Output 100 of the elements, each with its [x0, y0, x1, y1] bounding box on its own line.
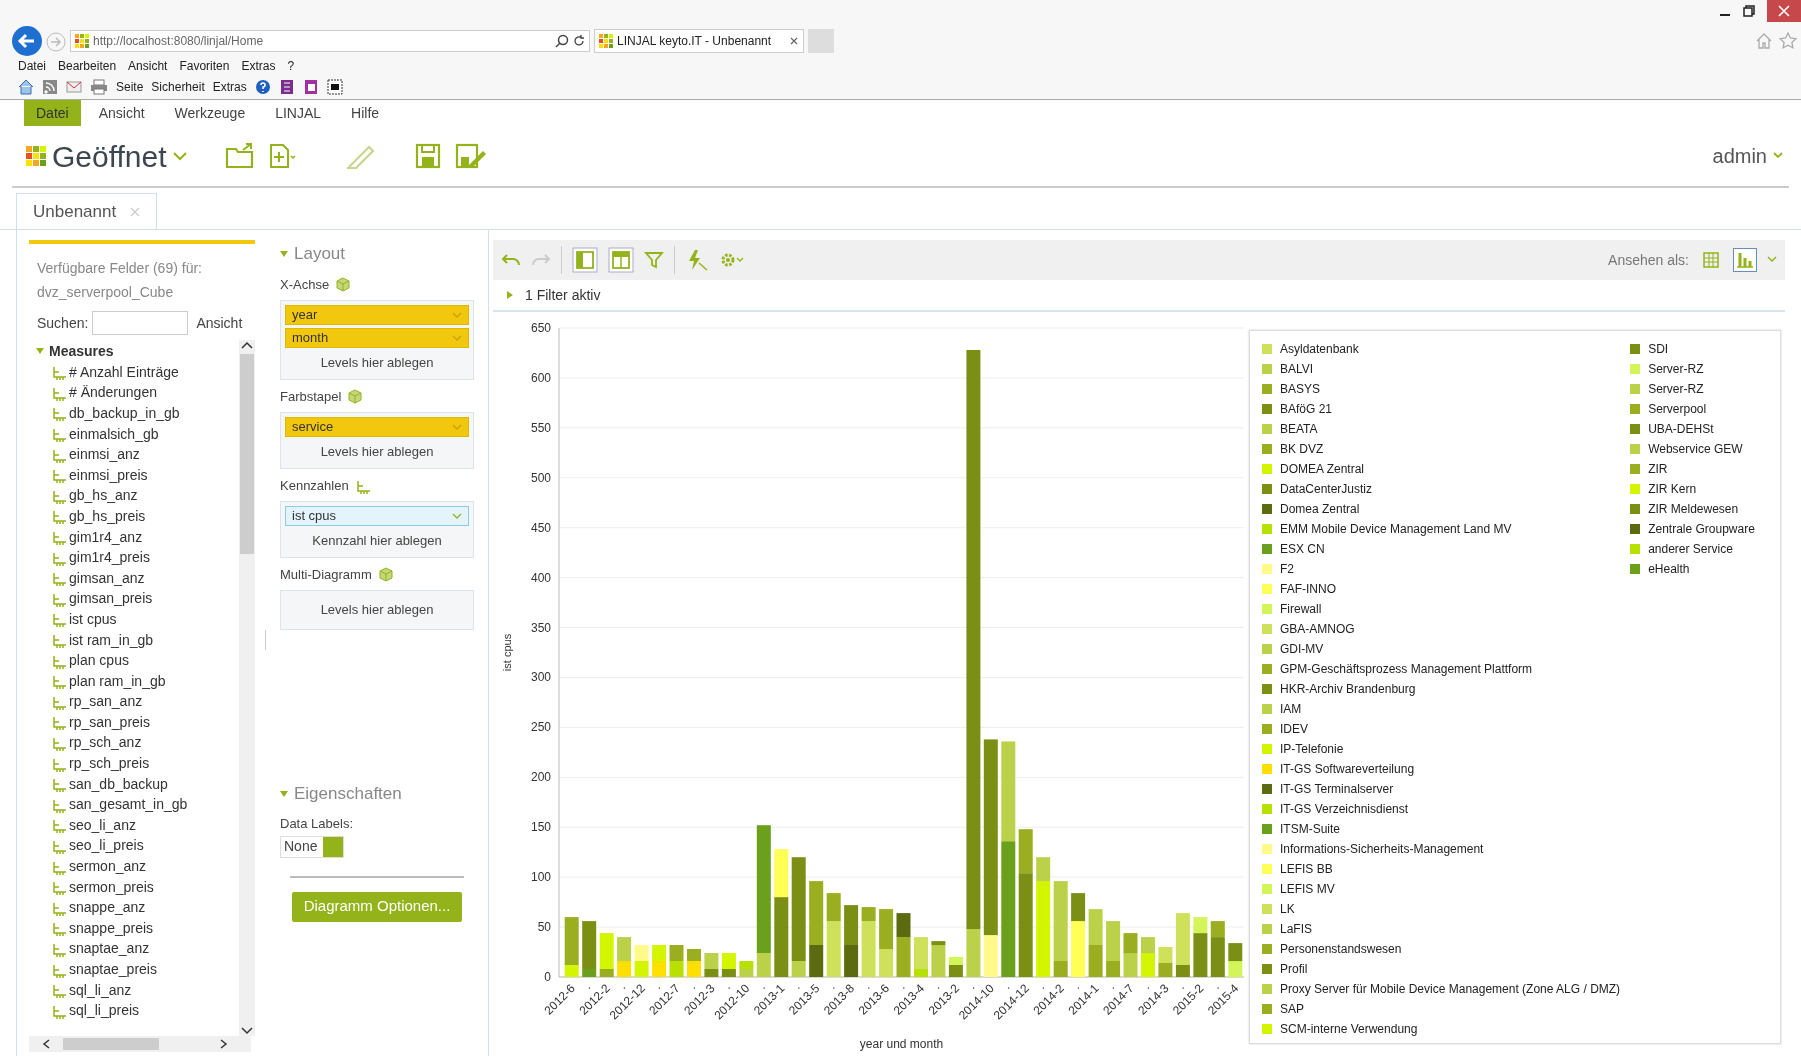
search-field[interactable]	[92, 311, 189, 335]
back-button[interactable]	[12, 26, 42, 56]
filter-status[interactable]: 1 Filter aktiv	[525, 284, 601, 306]
toolbar-menu[interactable]: Seite	[116, 78, 144, 96]
tree-item[interactable]: # Änderungen	[69, 382, 157, 404]
tree-item[interactable]: ist cpus	[69, 608, 117, 630]
save-edit-icon[interactable]	[454, 143, 487, 169]
tree-item[interactable]: sql_li_preis	[69, 1000, 140, 1022]
field-chip[interactable]: ist cpus	[285, 506, 469, 526]
drop-zone[interactable]: Levels hier ablegen	[280, 590, 474, 630]
menu-item[interactable]: ?	[287, 57, 295, 75]
menu-tab[interactable]: Hilfe	[339, 100, 392, 126]
data-labels-toggle[interactable]: None	[280, 835, 344, 858]
tree-item[interactable]: snaptae_preis	[69, 959, 157, 980]
browser-tab[interactable]: LINJAL keyto.IT - Unbenannt	[594, 29, 804, 53]
tree-item[interactable]: einmsi_anz	[69, 444, 140, 466]
menu-tab[interactable]: Datei	[24, 100, 81, 126]
caret-icon[interactable]	[35, 347, 45, 355]
tree-item[interactable]: einmalsich_gb	[69, 423, 159, 445]
table-layout-icon[interactable]	[608, 247, 634, 273]
tree-item[interactable]: snappe_preis	[69, 917, 154, 939]
chevron-down-icon[interactable]	[452, 424, 462, 430]
caret-icon[interactable]	[280, 791, 288, 797]
tree-item[interactable]: rp_sch_preis	[69, 753, 150, 775]
caret-icon[interactable]	[280, 251, 288, 257]
chevron-down-icon[interactable]	[1773, 152, 1783, 160]
menu-item[interactable]: Datei	[18, 57, 46, 75]
new-document-icon[interactable]	[268, 143, 297, 169]
chevron-down-icon[interactable]	[452, 513, 462, 519]
field-chip[interactable]: year	[285, 305, 469, 325]
mail-icon[interactable]	[66, 80, 82, 94]
tree-item[interactable]: ist ram_in_gb	[69, 629, 154, 651]
tree-item[interactable]: gb_hs_anz	[69, 485, 138, 507]
field-chip[interactable]: service	[285, 417, 469, 437]
close-button[interactable]	[1767, 0, 1801, 22]
horizontal-scrollbar[interactable]	[29, 1036, 251, 1052]
address-bar[interactable]: http://localhost:8080/linjal/Home	[70, 30, 590, 52]
field-chip[interactable]: month	[285, 328, 469, 348]
chevron-down-icon[interactable]	[1767, 256, 1777, 264]
drop-zone[interactable]: ist cpus Kennzahl hier ablegen	[280, 501, 474, 558]
clip-icon[interactable]	[326, 79, 343, 95]
star-icon[interactable]	[1779, 32, 1797, 50]
filter-icon[interactable]	[644, 250, 664, 270]
tree-item[interactable]: gim1r4_preis	[69, 547, 150, 569]
drop-zone[interactable]: year month Levels hier ablegen	[280, 300, 474, 380]
tree-item[interactable]: gb_hs_preis	[69, 505, 146, 527]
scroll-up-icon[interactable]	[241, 340, 253, 350]
folder-icon[interactable]	[224, 143, 255, 169]
menu-tab[interactable]: LINJAL	[263, 100, 334, 126]
vertical-scrollbar[interactable]	[239, 340, 255, 1036]
scroll-down-icon[interactable]	[241, 1026, 253, 1036]
tree-item[interactable]: rp_sch_anz	[69, 732, 142, 754]
document-tab[interactable]: Unbenannt	[16, 193, 158, 229]
drop-zone[interactable]: service Levels hier ablegen	[280, 412, 474, 469]
note-icon[interactable]	[302, 79, 319, 95]
tree-item[interactable]: snaptae_anz	[69, 938, 150, 960]
layout-panel-icon[interactable]	[572, 247, 598, 273]
tree-item[interactable]: snappe_anz	[69, 897, 146, 919]
tree-item[interactable]: san_db_backup	[69, 773, 168, 795]
pencil-icon[interactable]	[344, 143, 377, 169]
section-title[interactable]: Eigenschaften	[294, 781, 402, 807]
menu-item[interactable]: Bearbeiten	[58, 57, 117, 75]
tree-node[interactable]: Measures	[49, 340, 114, 362]
tree-item[interactable]: gimsan_anz	[69, 567, 145, 589]
tree-item[interactable]: gimsan_preis	[69, 588, 153, 610]
chevron-down-icon[interactable]	[452, 335, 462, 341]
tree-item[interactable]: db_backup_in_gb	[69, 403, 180, 424]
menu-tab[interactable]: Ansicht	[86, 100, 157, 126]
chevron-down-icon[interactable]	[172, 151, 187, 161]
tree-item[interactable]: rp_san_preis	[69, 711, 150, 733]
printer-icon[interactable]	[90, 79, 108, 95]
tree-item[interactable]: rp_san_anz	[69, 691, 143, 713]
menu-item[interactable]: Favoriten	[179, 57, 230, 75]
tree-item[interactable]: seo_li_preis	[69, 835, 144, 857]
tree-item[interactable]: seo_li_anz	[69, 814, 136, 836]
toolbar-menu[interactable]: Sicherheit	[151, 78, 205, 96]
note-icon[interactable]	[278, 79, 295, 95]
chart-view-button[interactable]	[1733, 248, 1757, 272]
help-icon[interactable]	[254, 79, 271, 95]
tree-item[interactable]: sql_li_anz	[69, 979, 132, 1001]
caret-icon[interactable]	[507, 291, 513, 299]
feed-icon[interactable]	[42, 79, 58, 95]
tree-item[interactable]: einmsi_preis	[69, 464, 148, 486]
save-icon[interactable]	[414, 143, 441, 169]
toolbar-menu[interactable]: Extras	[212, 78, 247, 96]
tree-item[interactable]: plan ram_in_gb	[69, 670, 166, 692]
tree-item[interactable]: sermon_anz	[69, 856, 147, 878]
menu-item[interactable]: Extras	[241, 57, 276, 75]
tree-item[interactable]: gim1r4_anz	[69, 526, 143, 548]
tree-item[interactable]: sermon_preis	[69, 876, 154, 898]
user-name[interactable]: admin	[1712, 141, 1767, 171]
menu-tab[interactable]: Werkzeuge	[162, 100, 258, 126]
home-icon[interactable]	[1755, 32, 1773, 50]
close-icon[interactable]	[789, 36, 799, 46]
tree-item[interactable]: san_gesamt_in_gb	[69, 794, 188, 816]
tree-item[interactable]: # Anzahl Einträge	[69, 361, 179, 383]
menu-item[interactable]: Ansicht	[128, 57, 168, 75]
section-title[interactable]: Layout	[294, 241, 346, 267]
tree-item[interactable]: plan cpus	[69, 650, 129, 672]
view-dropdown[interactable]: Ansicht	[196, 312, 243, 334]
